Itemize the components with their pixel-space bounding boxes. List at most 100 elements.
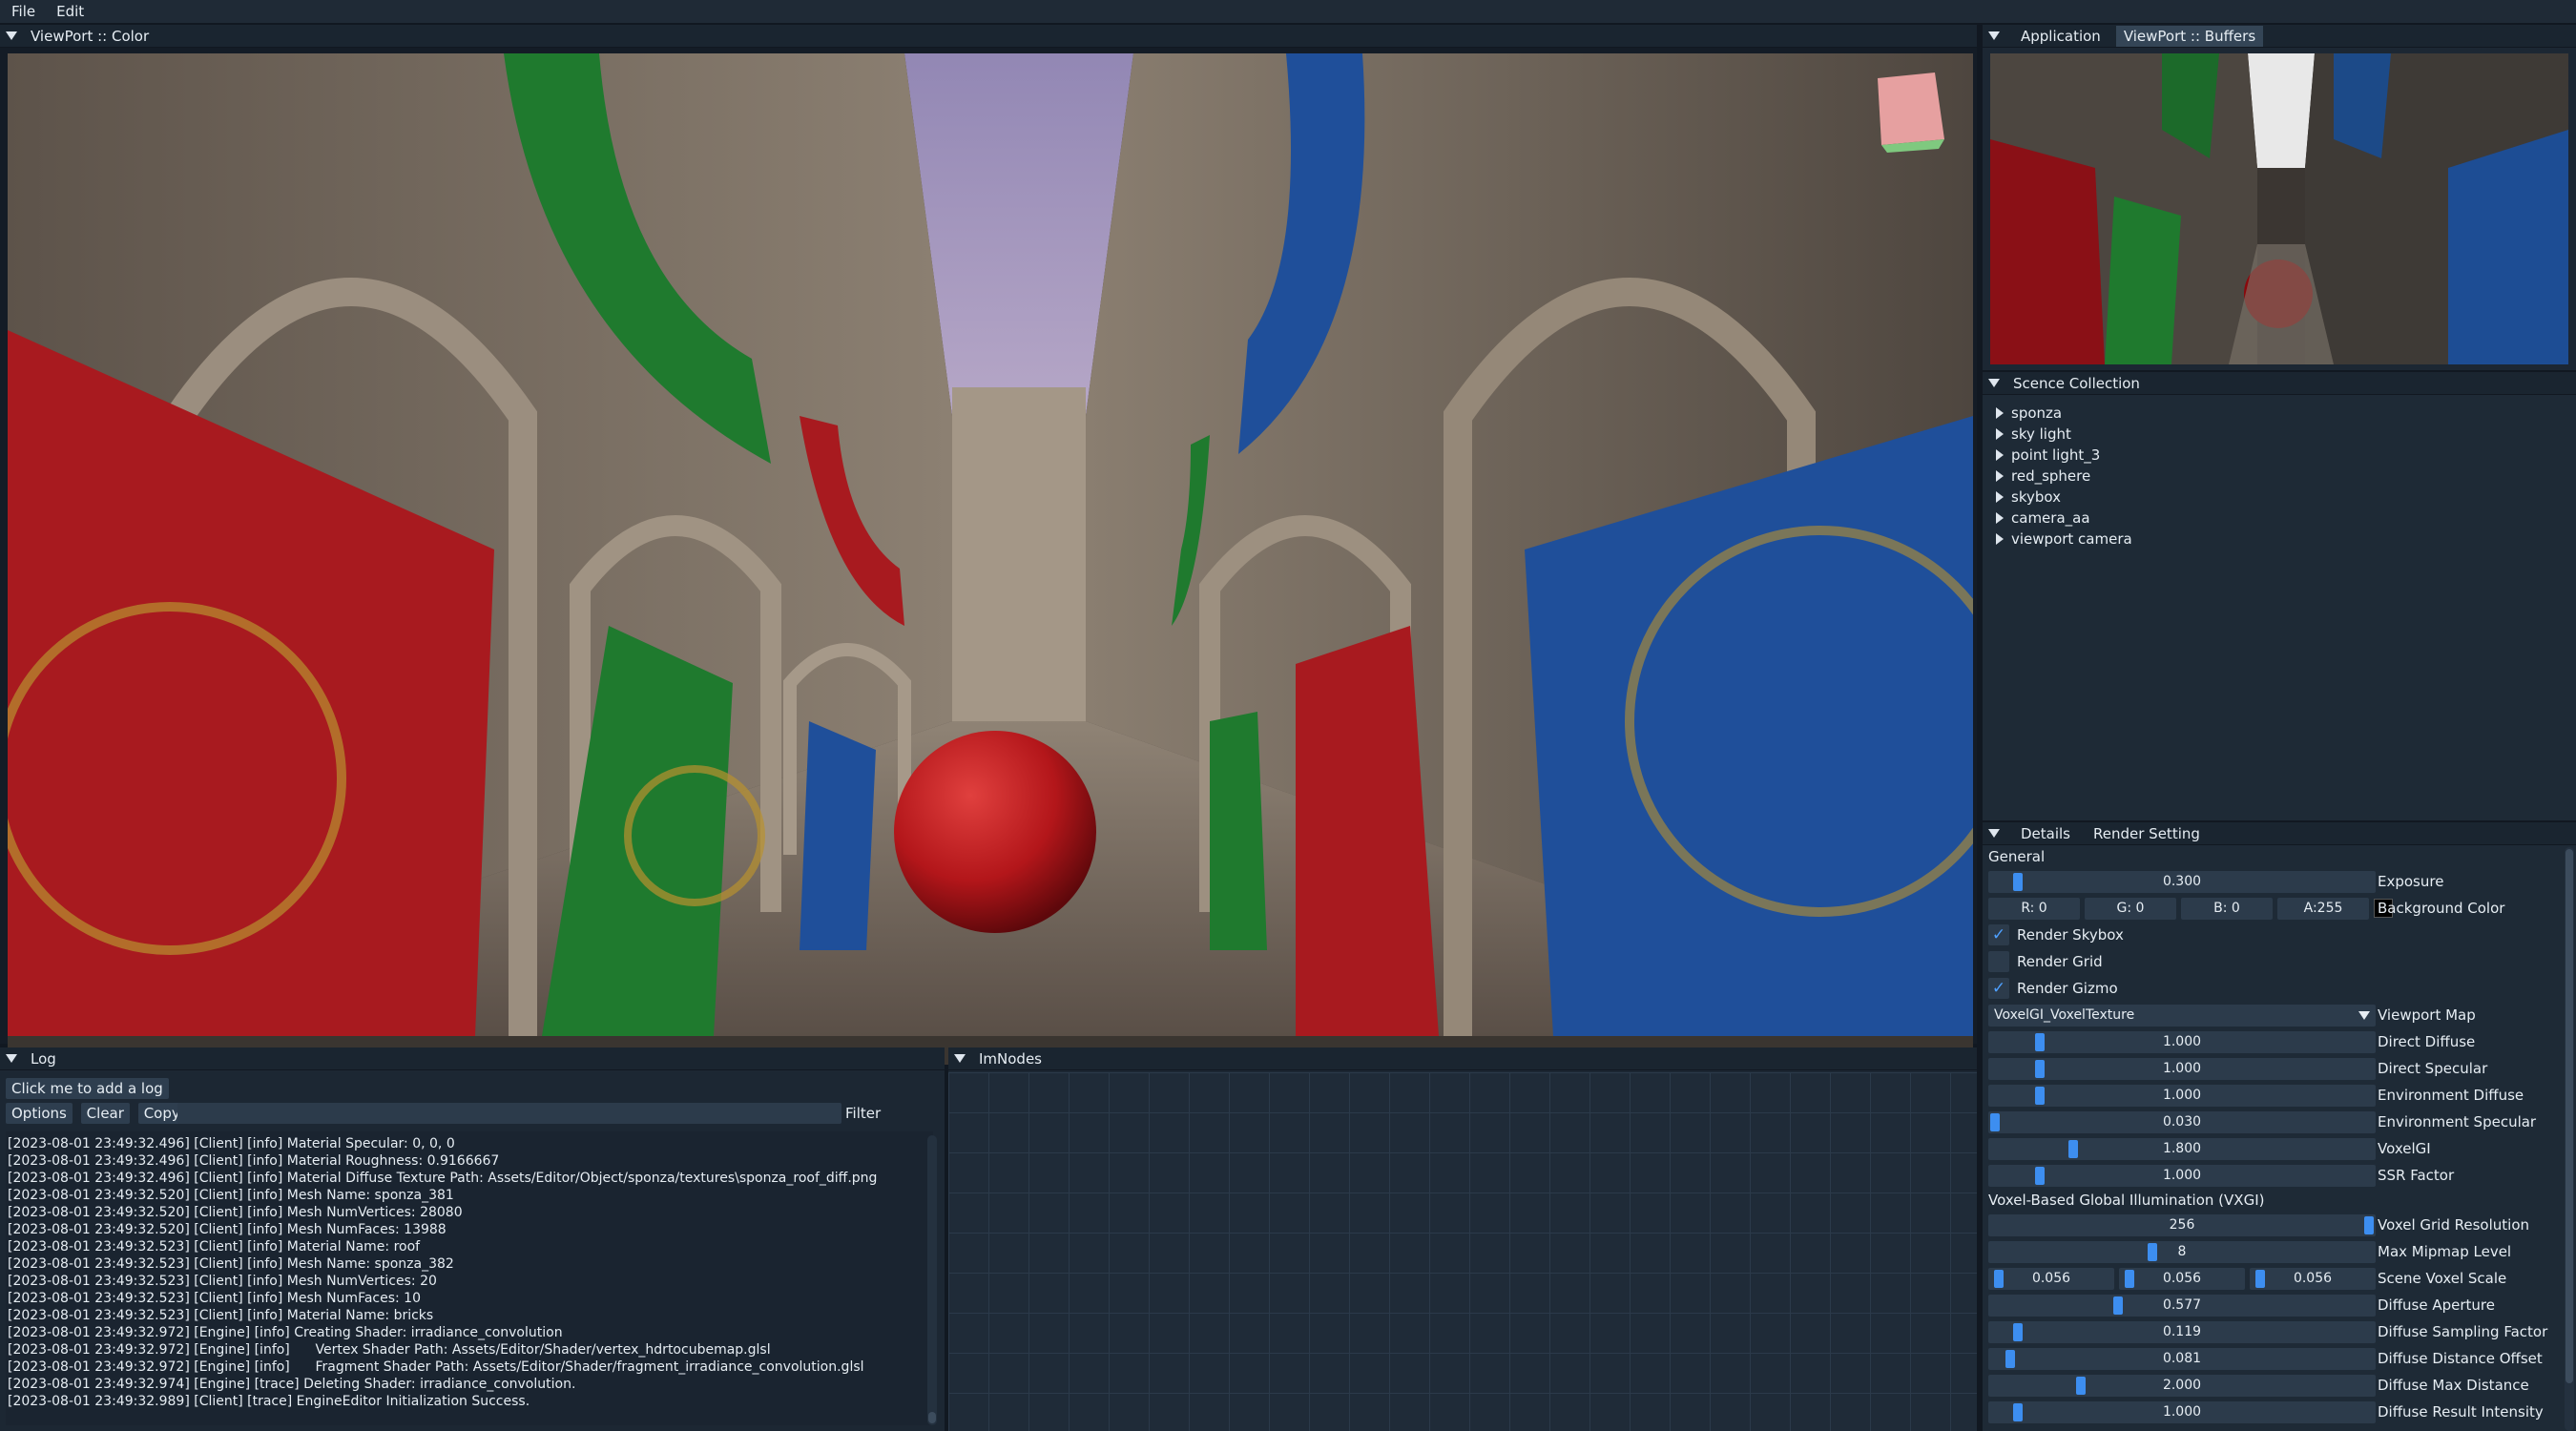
log-filter-input[interactable] xyxy=(177,1103,841,1124)
sponza-scene-image xyxy=(8,53,1973,1036)
direct-diffuse-slider[interactable]: 1.000 xyxy=(1988,1030,2376,1053)
add-log-button[interactable]: Click me to add a log xyxy=(6,1078,169,1099)
voxel-scale-x[interactable]: 0.056 xyxy=(1988,1267,2114,1290)
imnodes-title-bar: ImNodes xyxy=(948,1047,1977,1070)
direct-specular-row: 1.000 Direct Specular xyxy=(1983,1055,2576,1082)
direct-diffuse-label: Direct Diffuse xyxy=(2378,1033,2476,1050)
log-line: [2023-08-01 23:49:32.520] [Client] [info… xyxy=(8,1188,454,1203)
viewport-render[interactable] xyxy=(8,53,1973,1065)
bg-r-field[interactable]: R: 0 xyxy=(1988,897,2080,920)
expand-icon[interactable] xyxy=(1996,407,2004,419)
collapse-icon[interactable] xyxy=(6,31,17,40)
voxel-scale-z[interactable]: 0.056 xyxy=(2250,1267,2376,1290)
expand-icon[interactable] xyxy=(1996,470,2004,482)
slider-grab[interactable] xyxy=(2125,1269,2134,1288)
log-panel: Log Click me to add a log Options Clear … xyxy=(0,1047,945,1431)
log-add-row: Click me to add a log xyxy=(6,1078,173,1099)
render-gizmo-checkbox[interactable]: ✓ xyxy=(1988,978,2009,999)
scene-item-camera-aa[interactable]: camera_aa xyxy=(1996,508,2576,529)
render-skybox-label: Render Skybox xyxy=(2017,926,2124,944)
tab-viewport-buffers[interactable]: ViewPort :: Buffers xyxy=(2115,25,2264,47)
scene-item-red-sphere[interactable]: red_sphere xyxy=(1996,466,2576,487)
expand-icon[interactable] xyxy=(1996,512,2004,524)
application-title-bar: Application ViewPort :: Buffers xyxy=(1983,25,2576,48)
tab-application[interactable]: Application xyxy=(2013,26,2109,47)
voxel-buffer-image xyxy=(1990,53,2568,364)
render-grid-row: Render Grid xyxy=(1983,948,2576,975)
scene-item-viewport-camera[interactable]: viewport camera xyxy=(1996,529,2576,550)
diffuse-sampling-slider[interactable]: 0.119 xyxy=(1988,1320,2376,1343)
scene-item-sky-light[interactable]: sky light xyxy=(1996,424,2576,445)
diffuse-intensity-slider[interactable]: 1.000 xyxy=(1988,1400,2376,1423)
node-editor-canvas[interactable] xyxy=(948,1072,1977,1431)
log-output[interactable]: [2023-08-01 23:49:32.496] [Client] [info… xyxy=(6,1131,933,1425)
grid-resolution-row: 256 Voxel Grid Resolution xyxy=(1983,1212,2576,1238)
menu-file[interactable]: File xyxy=(8,3,39,20)
scene-item-sponza[interactable]: sponza xyxy=(1996,403,2576,424)
expand-icon[interactable] xyxy=(1996,449,2004,461)
grid-resolution-slider[interactable]: 256 xyxy=(1988,1213,2376,1236)
tab-details[interactable]: Details xyxy=(2013,823,2078,844)
bg-a-field[interactable]: A:255 xyxy=(2277,897,2369,920)
collapse-icon[interactable] xyxy=(6,1054,17,1063)
details-scrollbar[interactable] xyxy=(2565,847,2574,1431)
application-panel: Application ViewPort :: Buffers xyxy=(1983,25,2576,370)
scrollbar-thumb[interactable] xyxy=(2566,849,2573,1383)
expand-icon[interactable] xyxy=(1996,533,2004,545)
scene-item-point-light[interactable]: point light_3 xyxy=(1996,445,2576,466)
env-specular-slider[interactable]: 0.030 xyxy=(1988,1110,2376,1133)
tab-render-setting[interactable]: Render Setting xyxy=(2086,823,2208,844)
log-line: [2023-08-01 23:49:32.496] [Client] [info… xyxy=(8,1171,878,1186)
expand-icon[interactable] xyxy=(1996,428,2004,440)
scene-collection-panel: Scence Collection sponza sky light point… xyxy=(1983,372,2576,820)
max-mip-slider[interactable]: 8 xyxy=(1988,1240,2376,1263)
render-grid-checkbox[interactable] xyxy=(1988,951,2009,972)
viewport-map-select[interactable]: VoxelGI_VoxelTexture xyxy=(1988,1004,2376,1027)
diffuse-max-slider[interactable]: 2.000 xyxy=(1988,1374,2376,1397)
expand-icon[interactable] xyxy=(1996,491,2004,503)
log-line: [2023-08-01 23:49:32.989] [Client] [trac… xyxy=(8,1394,530,1409)
grid-resolution-label: Voxel Grid Resolution xyxy=(2378,1216,2530,1234)
options-button[interactable]: Options xyxy=(6,1103,73,1124)
log-scrollbar[interactable] xyxy=(927,1135,937,1425)
slider-grab[interactable] xyxy=(1994,1269,2004,1288)
voxelgi-row: 1.800 VoxelGI xyxy=(1983,1135,2576,1162)
clear-button[interactable]: Clear xyxy=(80,1103,130,1124)
collapse-icon[interactable] xyxy=(1988,379,2000,387)
log-line: [2023-08-01 23:49:32.523] [Client] [info… xyxy=(8,1256,454,1272)
section-general: General xyxy=(1988,848,2046,865)
section-vxgi: Voxel-Based Global Illumination (VXGI) xyxy=(1988,1192,2265,1209)
diffuse-aperture-slider[interactable]: 0.577 xyxy=(1988,1294,2376,1317)
exposure-slider[interactable]: 0.300 xyxy=(1988,870,2376,893)
log-line: [2023-08-01 23:49:32.523] [Client] [info… xyxy=(8,1291,421,1306)
slider-grab[interactable] xyxy=(2255,1269,2265,1288)
ssr-factor-slider[interactable]: 1.000 xyxy=(1988,1164,2376,1187)
voxelgi-slider[interactable]: 1.800 xyxy=(1988,1137,2376,1160)
log-line: [2023-08-01 23:49:32.974] [Engine] [trac… xyxy=(8,1377,576,1392)
menu-edit[interactable]: Edit xyxy=(52,3,88,20)
direct-diffuse-row: 1.000 Direct Diffuse xyxy=(1983,1028,2576,1055)
render-skybox-checkbox[interactable]: ✓ xyxy=(1988,924,2009,945)
scene-collection-title-bar: Scence Collection xyxy=(1983,372,2576,395)
details-title-bar: Details Render Setting xyxy=(1983,822,2576,845)
voxel-scale-row: 0.056 0.056 0.056 Scene Voxel Scale xyxy=(1983,1265,2576,1292)
collapse-icon[interactable] xyxy=(1988,829,2000,838)
exposure-row: 0.300 Exposure xyxy=(1983,868,2576,895)
diffuse-max-row: 2.000 Diffuse Max Distance xyxy=(1983,1372,2576,1399)
diffuse-offset-row: 0.081 Diffuse Distance Offset xyxy=(1983,1345,2576,1372)
env-diffuse-slider[interactable]: 1.000 xyxy=(1988,1084,2376,1107)
voxel-scale-label: Scene Voxel Scale xyxy=(2378,1270,2507,1287)
render-gizmo-label: Render Gizmo xyxy=(2017,980,2118,997)
collapse-icon[interactable] xyxy=(1988,31,2000,40)
bg-b-field[interactable]: B: 0 xyxy=(2181,897,2273,920)
diffuse-offset-slider[interactable]: 0.081 xyxy=(1988,1347,2376,1370)
direct-specular-slider[interactable]: 1.000 xyxy=(1988,1057,2376,1080)
log-line: [2023-08-01 23:49:32.972] [Engine] [info… xyxy=(8,1359,864,1375)
bg-g-field[interactable]: G: 0 xyxy=(2085,897,2176,920)
voxel-scale-y[interactable]: 0.056 xyxy=(2119,1267,2245,1290)
log-line: [2023-08-01 23:49:32.523] [Client] [info… xyxy=(8,1239,421,1255)
collapse-icon[interactable] xyxy=(954,1054,966,1063)
scrollbar-thumb[interactable] xyxy=(928,1412,936,1423)
scene-item-skybox[interactable]: skybox xyxy=(1996,487,2576,508)
log-line: [2023-08-01 23:49:32.972] [Engine] [info… xyxy=(8,1342,771,1358)
